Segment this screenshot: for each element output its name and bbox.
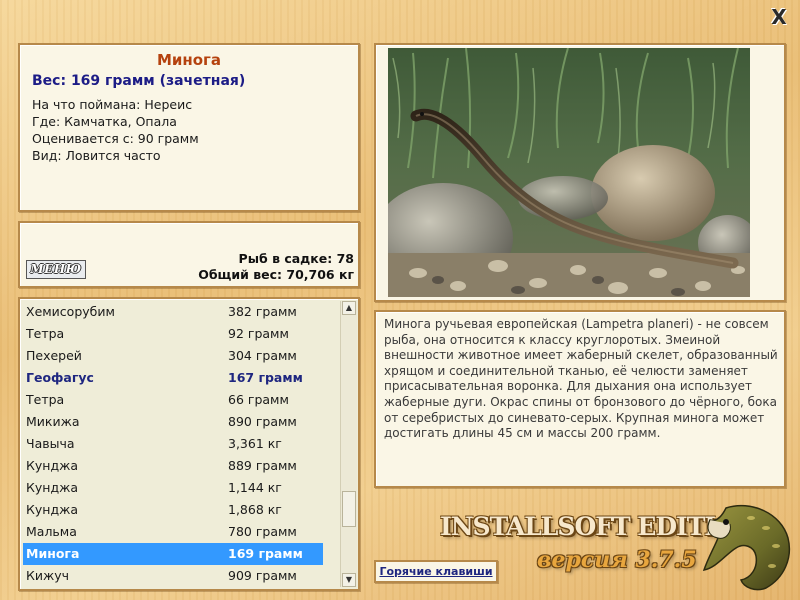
fish-weight-cell: 304 грамм: [228, 348, 297, 363]
fish-name-cell: Кунджа: [26, 480, 79, 495]
scroll-down-button[interactable]: ▼: [342, 573, 356, 587]
list-scrollbar[interactable]: ▲ ▼: [340, 301, 357, 587]
arrow-down-icon: ▼: [345, 575, 353, 584]
list-item[interactable]: Кижуч 909 грамм: [23, 565, 323, 587]
menu-button[interactable]: МЕНЮ: [26, 260, 86, 279]
fish-name-cell: Тетра: [26, 392, 65, 407]
version-label: версия 3.7.5: [537, 547, 697, 573]
fish-description-panel: Минога ручьевая европейская (Lampetra pl…: [374, 310, 786, 488]
fish-weight-cell: 66 грамм: [228, 392, 289, 407]
list-item[interactable]: Кунджа 1,868 кг: [23, 499, 323, 521]
fish-rated-from: Оценивается с: 90 грамм: [32, 131, 199, 146]
fish-weight-cell: 889 грамм: [228, 458, 297, 473]
fish-weight-cell: 3,361 кг: [228, 436, 282, 451]
list-item[interactable]: Геофагус 167 грамм: [23, 367, 323, 389]
total-weight: Общий вес: 70,706 кг: [198, 267, 354, 282]
fish-weight-cell: 1,144 кг: [228, 480, 282, 495]
fish-weight-cell: 890 грамм: [228, 414, 297, 429]
list-item[interactable]: Минога 169 грамм: [23, 543, 323, 565]
fish-weight: Вес: 169 грамм (зачетная): [32, 73, 246, 89]
arrow-up-icon: ▲: [345, 303, 353, 312]
fish-weight-cell: 167 грамм: [228, 370, 303, 385]
close-icon: X: [771, 5, 787, 29]
fish-name-cell: Микижа: [26, 414, 80, 429]
list-item[interactable]: Кунджа 1,144 кг: [23, 477, 323, 499]
list-item[interactable]: Мальма 780 грамм: [23, 521, 323, 543]
fish-weight-cell: 382 грамм: [228, 304, 297, 319]
close-button[interactable]: X: [768, 6, 790, 28]
list-item[interactable]: Кунджа 889 грамм: [23, 455, 323, 477]
fish-description: Минога ручьевая европейская (Lampetra pl…: [384, 317, 778, 441]
fish-weight-cell: 780 грамм: [228, 524, 297, 539]
list-item[interactable]: Микижа 890 грамм: [23, 411, 323, 433]
fish-bait: На что поймана: Нереис: [32, 97, 193, 112]
list-item[interactable]: Тетра 66 грамм: [23, 389, 323, 411]
fish-info-panel: Минога Вес: 169 грамм (зачетная) На что …: [18, 43, 360, 212]
fish-name-cell: Минога: [26, 546, 80, 561]
fish-name-cell: Хемисорубим: [26, 304, 115, 319]
fish-name-cell: Пехерей: [26, 348, 82, 363]
fish-weight-cell: 169 грамм: [228, 546, 303, 561]
keepnet-stats-panel: МЕНЮ Рыб в садке: 78 Общий вес: 70,706 к…: [18, 221, 360, 288]
fish-weight-cell: 1,868 кг: [228, 502, 282, 517]
fish-photo-panel: [374, 43, 786, 302]
fish-name-cell: Кижуч: [26, 568, 70, 583]
scrollbar-thumb[interactable]: [342, 491, 356, 527]
fish-location: Где: Камчатка, Опала: [32, 114, 177, 129]
scroll-up-button[interactable]: ▲: [342, 301, 356, 315]
fish-frequency: Вид: Ловится часто: [32, 148, 161, 163]
fish-name-cell: Кунджа: [26, 502, 79, 517]
list-item[interactable]: Хемисорубим 382 грамм: [23, 301, 323, 323]
pike-logo-icon: [702, 504, 790, 591]
fish-name-cell: Мальма: [26, 524, 77, 539]
list-item[interactable]: Пехерей 304 грамм: [23, 345, 323, 367]
fish-name-cell: Геофагус: [26, 370, 94, 385]
fish-count: Рыб в садке: 78: [238, 251, 354, 266]
hotkeys-button[interactable]: Горячие клавиши: [374, 560, 498, 583]
list-item[interactable]: Чавыча 3,361 кг: [23, 433, 323, 455]
list-item[interactable]: Тетра 92 грамм: [23, 323, 323, 345]
fish-photo: [388, 48, 750, 297]
fish-name-cell: Кунджа: [26, 458, 79, 473]
fish-name: Минога: [156, 51, 222, 69]
fish-name-cell: Тетра: [26, 326, 65, 341]
catch-list: Хемисорубим 382 грамм Тетра 92 грамм Пехерей…: [18, 297, 360, 591]
fish-name-cell: Чавыча: [26, 436, 75, 451]
fish-weight-cell: 909 грамм: [228, 568, 297, 583]
fish-weight-cell: 92 грамм: [228, 326, 289, 341]
